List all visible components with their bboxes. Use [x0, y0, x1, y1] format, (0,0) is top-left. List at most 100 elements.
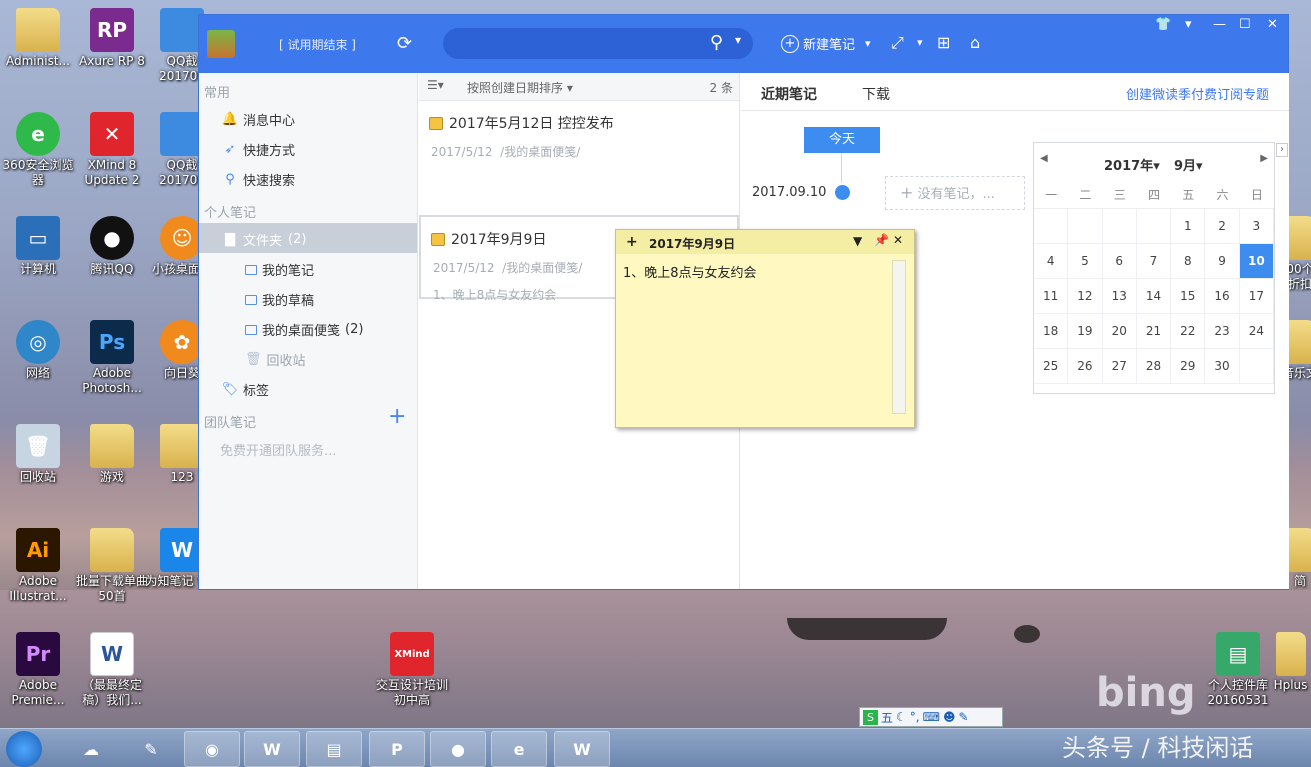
calendar-day[interactable]: 24 [1239, 314, 1274, 349]
add-team-icon[interactable]: + [388, 404, 406, 429]
close-icon[interactable]: ✕ [893, 233, 903, 247]
taskbar-word-icon[interactable]: W [244, 731, 300, 767]
taskbar-edit-icon[interactable]: ✎ [123, 731, 179, 767]
search-box[interactable]: ⚲ ▾ [443, 28, 753, 59]
prev-month-arrow[interactable]: ◀ [1040, 153, 1048, 164]
desktop-icon-batch-download[interactable]: 批量下载单曲50首 [74, 528, 150, 604]
calendar-day[interactable]: 12 [1068, 279, 1103, 314]
sync-icon[interactable]: ⟳ [397, 33, 417, 54]
add-sticky-icon[interactable]: + [626, 234, 638, 250]
sidebar-item-tags[interactable]: 🏷 标签 [222, 380, 269, 399]
calendar-day[interactable]: 5 [1068, 244, 1103, 279]
pin-icon[interactable]: 📌 [874, 233, 889, 247]
sidebar-item-shortcuts[interactable]: ➶ 快捷方式 [223, 140, 295, 159]
calendar-day[interactable]: 8 [1171, 244, 1206, 279]
calendar-day[interactable]: 21 [1136, 314, 1172, 349]
sticky-scrollbar[interactable] [892, 260, 906, 414]
year-select[interactable]: 2017年▾ [1104, 155, 1160, 174]
chevron-down-icon[interactable]: ▾ [917, 36, 923, 49]
calendar-day[interactable]: 23 [1205, 314, 1240, 349]
calendar-day[interactable]: 25 [1034, 349, 1069, 384]
desktop-icon-qq[interactable]: ● 腾讯QQ [74, 216, 150, 277]
collapse-calendar-arrow[interactable]: › [1276, 143, 1288, 157]
chevron-down-icon[interactable]: ▾ [735, 33, 741, 47]
desktop-icon-xmind-file[interactable]: XMind 交互设计培训 初中高 [374, 632, 450, 708]
expand-icon[interactable]: ⤢ [891, 33, 904, 53]
avatar[interactable] [207, 30, 235, 58]
calendar-day[interactable]: 4 [1034, 244, 1069, 279]
calendar-day[interactable]: 14 [1136, 279, 1172, 314]
skin-icon[interactable]: 👕 [1155, 17, 1171, 32]
calendar-day[interactable]: 29 [1171, 349, 1206, 384]
tab-recent-notes[interactable]: 近期笔记 [761, 84, 817, 104]
sidebar-item-messages[interactable]: 🔔 消息中心 [222, 110, 295, 129]
taskbar-explorer-icon[interactable]: ▤ [306, 731, 362, 767]
menu-icon[interactable]: ▾ [1185, 17, 1192, 32]
calendar-day[interactable]: 1 [1171, 209, 1206, 244]
sidebar-item-quick-search[interactable]: ⚲ 快速搜索 [223, 170, 295, 189]
calendar-day[interactable]: 17 [1239, 279, 1274, 314]
calendar-day[interactable]: 16 [1205, 279, 1240, 314]
sidebar-item-trash[interactable]: 🗑 回收站 [245, 350, 306, 369]
taskbar-browser-icon[interactable]: e [491, 731, 547, 767]
taskbar-qq-icon[interactable]: ● [430, 731, 486, 767]
calendar-day[interactable]: 13 [1102, 279, 1137, 314]
minimize-button[interactable]: — [1213, 17, 1226, 32]
calendar-day[interactable]: 11 [1034, 279, 1069, 314]
calendar-day[interactable]: 27 [1102, 349, 1137, 384]
trial-status[interactable]: [ 试用期结束 ] [279, 36, 356, 53]
start-button[interactable] [6, 731, 42, 767]
calendar-day[interactable]: 15 [1171, 279, 1206, 314]
desktop-icon-computer[interactable]: ▭ 计算机 [0, 216, 76, 277]
sidebar-item-folder[interactable]: ▇ 文件夹 (2) [223, 230, 306, 249]
taskbar-chrome-icon[interactable]: ◉ [184, 731, 240, 767]
calendar-day[interactable]: 6 [1102, 244, 1137, 279]
today-button[interactable]: 今天 [804, 127, 880, 153]
home-icon[interactable]: ⌂ [970, 33, 980, 52]
calendar-day[interactable]: 9 [1205, 244, 1240, 279]
calendar-day[interactable]: 28 [1136, 349, 1172, 384]
desktop-icon-admin[interactable]: Administ... [0, 8, 76, 69]
calendar-day[interactable]: 26 [1068, 349, 1103, 384]
search-icon[interactable]: ⚲ [710, 32, 723, 53]
grid-icon[interactable]: ⊞ [937, 33, 950, 52]
ime-toolbar[interactable]: S 五 ☾ °, ⌨ ☻ ✎ [859, 707, 1003, 727]
taskbar-cloud-icon[interactable]: ☁ [63, 731, 119, 767]
moon-icon[interactable]: ☾ [896, 710, 907, 724]
calendar-day[interactable]: 19 [1068, 314, 1103, 349]
desktop-icon-word-doc[interactable]: W （最最终定稿）我们... [74, 632, 150, 708]
new-note-button[interactable]: + 新建笔记 ▾ [781, 34, 871, 53]
wrench-icon[interactable]: ✎ [958, 710, 968, 724]
calendar-day[interactable]: 10 [1239, 244, 1274, 279]
calendar-day[interactable]: 22 [1171, 314, 1206, 349]
desktop-icon-axure[interactable]: RP Axure RP 8 [74, 8, 150, 69]
tab-download[interactable]: 下载 [862, 84, 890, 104]
sticky-body[interactable]: 1、晚上8点与女友约会 [616, 254, 914, 289]
desktop-icon-recycle-bin[interactable]: 🗑 回收站 [0, 424, 76, 485]
desktop-icon-games[interactable]: 游戏 [74, 424, 150, 485]
keyboard-icon[interactable]: ⌨ [923, 710, 940, 724]
desktop-icon-360browser[interactable]: e 360安全浏览器 [0, 112, 76, 188]
punctuation-icon[interactable]: °, [910, 710, 920, 724]
calendar-day[interactable]: 18 [1034, 314, 1069, 349]
close-button[interactable]: ✕ [1267, 17, 1278, 32]
desktop-icon-hplus[interactable]: Hplus [1270, 632, 1311, 693]
calendar-day[interactable]: 30 [1205, 349, 1240, 384]
list-view-icon[interactable]: ☰▾ [427, 78, 444, 92]
sidebar-item-desktop-notes[interactable]: 我的桌面便笺 (2) [245, 320, 363, 339]
calendar-day[interactable]: 20 [1102, 314, 1137, 349]
taskbar-powerpoint-icon[interactable]: P [369, 731, 425, 767]
taskbar-wiz-icon[interactable]: W [554, 731, 610, 767]
desktop-icon-premiere[interactable]: Pr Adobe Premie... [0, 632, 76, 708]
sort-dropdown[interactable]: 按照创建日期排序 ▾ [467, 79, 573, 96]
calendar-day[interactable]: 3 [1239, 209, 1274, 244]
desktop-sticky-note[interactable]: + 2017年9月9日 ▼ 📌 ✕ 1、晚上8点与女友约会 [615, 229, 915, 428]
chevron-down-icon[interactable]: ▾ [865, 37, 871, 50]
calendar-day[interactable]: 7 [1136, 244, 1172, 279]
maximize-button[interactable]: ☐ [1239, 17, 1251, 32]
desktop-icon-illustrator[interactable]: Ai Adobe Illustrat... [0, 528, 76, 604]
calendar-day[interactable]: 2 [1205, 209, 1240, 244]
sidebar-item-my-notes[interactable]: 我的笔记 [245, 260, 314, 279]
note-item[interactable]: 2017年5月12日 控控发布 2017/5/12 /我的桌面便笺/ [419, 101, 739, 211]
promo-link[interactable]: 创建微读季付费订阅专题 [1126, 84, 1269, 103]
